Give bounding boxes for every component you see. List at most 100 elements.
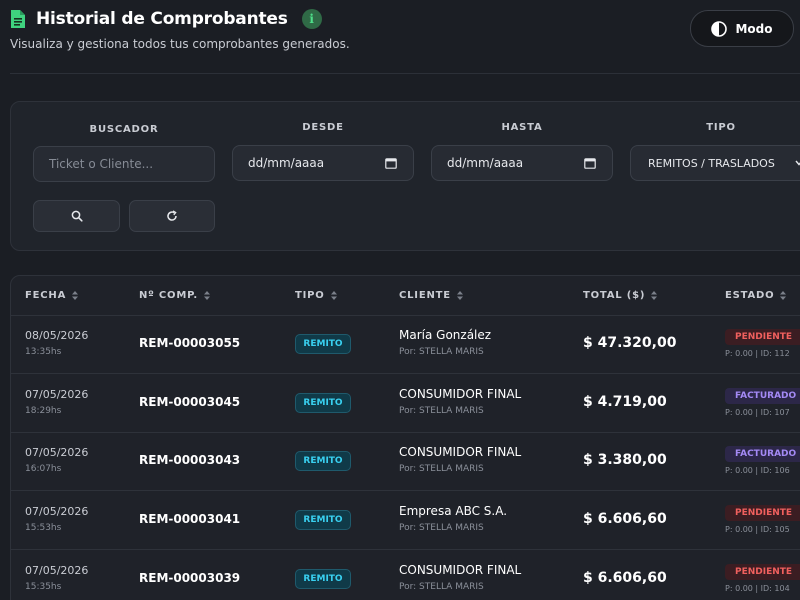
column-header-tipo[interactable]: TIPO <box>295 290 337 301</box>
row-created-by: Por: STELLA MARIS <box>399 406 484 416</box>
column-header-numero[interactable]: Nº COMP. <box>139 290 210 301</box>
type-badge: REMITO <box>295 510 351 530</box>
table-row[interactable]: 07/05/2026 16:07hs REM-00003043 REMITO C… <box>11 433 800 491</box>
status-badge: PENDIENTE <box>725 564 800 580</box>
calendar-icon[interactable] <box>385 157 397 169</box>
type-badge: REMITO <box>295 569 351 589</box>
info-icon[interactable]: i <box>301 9 322 29</box>
page-subtitle: Visualiza y gestiona todos tus comproban… <box>10 37 350 51</box>
refresh-button[interactable] <box>129 200 215 232</box>
type-select-value: REMITOS / TRASLADOS <box>648 156 775 170</box>
date-to-value: dd/mm/aaaa <box>447 156 524 170</box>
type-badge: REMITO <box>295 393 351 413</box>
hasta-label: HASTA <box>501 122 543 133</box>
search-placeholder: Ticket o Cliente... <box>49 157 154 171</box>
row-time: 16:07hs <box>25 464 62 474</box>
table-header: FECHA Nº COMP. TIPO CLIENTE TOTAL ($) ES… <box>11 276 800 316</box>
page-header: Historial de Comprobantes i Visualiza y … <box>10 6 800 66</box>
sort-icon <box>651 291 658 300</box>
status-badge: FACTURADO <box>725 388 800 404</box>
search-icon <box>71 210 83 222</box>
status-badge: PENDIENTE <box>725 505 800 521</box>
search-input[interactable]: Ticket o Cliente... <box>33 146 215 182</box>
sort-icon <box>72 291 79 300</box>
table-row[interactable]: 07/05/2026 15:53hs REM-00003041 REMITO E… <box>11 492 800 550</box>
row-payment-id: P: 0.00 | ID: 105 <box>725 525 790 534</box>
row-payment-id: P: 0.00 | ID: 106 <box>725 466 790 475</box>
column-header-fecha[interactable]: FECHA <box>25 290 79 301</box>
sort-icon <box>780 291 787 300</box>
row-time: 15:35hs <box>25 582 62 592</box>
row-created-by: Por: STELLA MARIS <box>399 464 484 474</box>
tipo-label: TIPO <box>706 122 736 133</box>
row-client: CONSUMIDOR FINAL <box>399 445 522 459</box>
mode-toggle-button[interactable]: Modo <box>690 10 794 47</box>
row-date: 07/05/2026 <box>25 388 89 401</box>
receipts-table: FECHA Nº COMP. TIPO CLIENTE TOTAL ($) ES… <box>10 275 800 600</box>
sort-icon <box>203 291 210 300</box>
table-row[interactable]: 08/05/2026 13:35hs REM-00003055 REMITO M… <box>11 316 800 374</box>
desde-label: DESDE <box>302 122 344 133</box>
column-label: ESTADO <box>725 290 775 301</box>
sort-icon <box>330 291 337 300</box>
document-icon <box>11 10 25 28</box>
row-client: CONSUMIDOR FINAL <box>399 563 522 577</box>
page-title: Historial de Comprobantes <box>36 9 288 29</box>
row-payment-id: P: 0.00 | ID: 112 <box>725 349 790 358</box>
date-from-value: dd/mm/aaaa <box>248 156 325 170</box>
row-created-by: Por: STELLA MARIS <box>399 523 484 533</box>
row-time: 15:53hs <box>25 523 62 533</box>
status-badge: PENDIENTE <box>725 329 800 345</box>
row-time: 13:35hs <box>25 347 62 357</box>
row-created-by: Por: STELLA MARIS <box>399 347 484 357</box>
date-from-input[interactable]: dd/mm/aaaa <box>232 145 414 181</box>
row-payment-id: P: 0.00 | ID: 107 <box>725 408 790 417</box>
buscador-label: BUSCADOR <box>89 124 159 135</box>
column-label: TIPO <box>295 290 325 301</box>
column-label: CLIENTE <box>399 290 451 301</box>
row-client: María González <box>399 328 492 342</box>
search-button[interactable] <box>33 200 120 232</box>
filter-panel: BUSCADOR Ticket o Cliente... DESDE dd/mm… <box>10 101 800 251</box>
calendar-icon[interactable] <box>584 157 596 169</box>
header-divider <box>10 73 800 74</box>
row-created-by: Por: STELLA MARIS <box>399 582 484 592</box>
type-select[interactable]: REMITOS / TRASLADOS <box>630 145 800 181</box>
row-date: 07/05/2026 <box>25 564 89 577</box>
row-total: $ 3.380,00 <box>583 452 667 468</box>
row-date: 07/05/2026 <box>25 446 89 459</box>
column-header-estado[interactable]: ESTADO <box>725 290 787 301</box>
type-badge: REMITO <box>295 334 351 354</box>
row-total: $ 6.606,60 <box>583 511 667 527</box>
contrast-icon <box>711 20 728 37</box>
table-row[interactable]: 07/05/2026 18:29hs REM-00003045 REMITO C… <box>11 375 800 433</box>
row-total: $ 6.606,60 <box>583 570 667 586</box>
column-label: FECHA <box>25 290 67 301</box>
row-number: REM-00003055 <box>139 336 241 350</box>
title-row: Historial de Comprobantes i <box>10 6 800 32</box>
row-client: Empresa ABC S.A. <box>399 504 508 518</box>
row-date: 07/05/2026 <box>25 505 89 518</box>
row-number: REM-00003041 <box>139 512 241 526</box>
column-label: Nº COMP. <box>139 290 198 301</box>
row-time: 18:29hs <box>25 406 62 416</box>
refresh-icon <box>167 210 177 221</box>
row-total: $ 4.719,00 <box>583 394 667 410</box>
chevron-down-icon <box>795 160 800 166</box>
row-total: $ 47.320,00 <box>583 335 677 351</box>
row-number: REM-00003039 <box>139 571 241 585</box>
row-number: REM-00003045 <box>139 395 241 409</box>
column-label: TOTAL ($) <box>583 290 646 301</box>
type-badge: REMITO <box>295 451 351 471</box>
table-row[interactable]: 07/05/2026 15:35hs REM-00003039 REMITO C… <box>11 551 800 600</box>
column-header-cliente[interactable]: CLIENTE <box>399 290 463 301</box>
row-payment-id: P: 0.00 | ID: 104 <box>725 584 790 593</box>
status-badge: FACTURADO <box>725 446 800 462</box>
row-date: 08/05/2026 <box>25 329 89 342</box>
date-to-input[interactable]: dd/mm/aaaa <box>431 145 613 181</box>
row-number: REM-00003043 <box>139 453 241 467</box>
mode-button-label: Modo <box>735 21 773 36</box>
sort-icon <box>456 291 463 300</box>
column-header-total[interactable]: TOTAL ($) <box>583 290 658 301</box>
row-client: CONSUMIDOR FINAL <box>399 387 522 401</box>
